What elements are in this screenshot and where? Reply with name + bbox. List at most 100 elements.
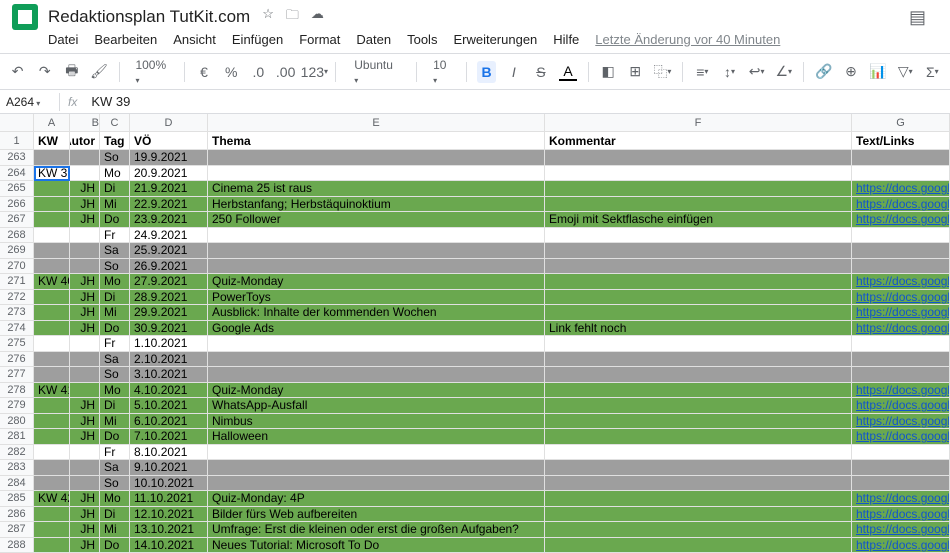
cell[interactable]: https://docs.google. <box>852 507 950 523</box>
cell[interactable]: Bilder fürs Web aufbereiten <box>208 507 545 523</box>
filter-button[interactable]: ▽ <box>896 61 915 83</box>
undo-button[interactable]: ↶ <box>8 61 27 83</box>
cell[interactable]: JH <box>70 414 100 430</box>
cell-link[interactable]: https://docs.google. <box>856 507 950 521</box>
col-header-A[interactable]: A <box>34 114 70 132</box>
cell[interactable] <box>208 259 545 275</box>
cell-link[interactable]: https://docs.google. <box>856 429 950 443</box>
cell[interactable]: Herbstanfang; Herbstäquinoktium <box>208 197 545 213</box>
cell[interactable] <box>34 150 70 166</box>
cell[interactable]: 23.9.2021 <box>130 212 208 228</box>
cell[interactable]: Mo <box>100 274 130 290</box>
menu-datei[interactable]: Datei <box>48 32 78 47</box>
rotate-button[interactable]: ∠ <box>774 61 793 83</box>
cell[interactable] <box>34 259 70 275</box>
cell[interactable] <box>208 476 545 492</box>
select-all-corner[interactable] <box>0 114 34 132</box>
cell[interactable] <box>208 460 545 476</box>
cell[interactable] <box>545 538 852 553</box>
cell[interactable]: So <box>100 150 130 166</box>
doc-title[interactable]: Redaktionsplan TutKit.com <box>48 7 250 27</box>
halign-button[interactable]: ≡ <box>693 61 712 83</box>
cell-link[interactable]: https://docs.google. <box>856 321 950 335</box>
cell[interactable] <box>852 243 950 259</box>
cell[interactable]: So <box>100 476 130 492</box>
row-header[interactable]: 285 <box>0 491 34 507</box>
cell[interactable] <box>34 398 70 414</box>
cell[interactable]: https://docs.google. <box>852 491 950 507</box>
cell[interactable]: 5.10.2021 <box>130 398 208 414</box>
cell[interactable] <box>70 476 100 492</box>
row-header[interactable]: 274 <box>0 321 34 337</box>
cell[interactable] <box>545 491 852 507</box>
dec-decrease-button[interactable]: .0 <box>249 61 268 83</box>
cell[interactable] <box>34 305 70 321</box>
cell[interactable] <box>34 352 70 368</box>
cell[interactable]: Sa <box>100 243 130 259</box>
cloud-icon[interactable]: ☁ <box>311 6 324 28</box>
row-header[interactable]: 263 <box>0 150 34 166</box>
row-header[interactable]: 271 <box>0 274 34 290</box>
cell[interactable] <box>34 243 70 259</box>
cell[interactable] <box>852 259 950 275</box>
strike-button[interactable]: S <box>531 61 550 83</box>
cell[interactable]: KW 42 <box>34 491 70 507</box>
cell[interactable]: 11.10.2021 <box>130 491 208 507</box>
cell[interactable] <box>70 259 100 275</box>
cell[interactable] <box>852 336 950 352</box>
cell[interactable]: Nimbus <box>208 414 545 430</box>
last-change-link[interactable]: Letzte Änderung vor 40 Minuten <box>595 32 780 47</box>
cell[interactable]: 28.9.2021 <box>130 290 208 306</box>
cell[interactable]: JH <box>70 212 100 228</box>
valign-button[interactable]: ↕ <box>720 61 739 83</box>
cell[interactable] <box>70 336 100 352</box>
cell[interactable] <box>34 197 70 213</box>
cell[interactable]: JH <box>70 398 100 414</box>
cell[interactable] <box>545 460 852 476</box>
cell[interactable]: https://docs.google. <box>852 305 950 321</box>
cell[interactable] <box>34 336 70 352</box>
cell-link[interactable]: https://docs.google. <box>856 290 950 304</box>
cell[interactable] <box>208 150 545 166</box>
row-header[interactable]: 275 <box>0 336 34 352</box>
cell[interactable]: JH <box>70 321 100 337</box>
cell[interactable]: Fr <box>100 336 130 352</box>
cell[interactable] <box>852 352 950 368</box>
cell[interactable]: KW 40 <box>34 274 70 290</box>
borders-button[interactable]: ⊞ <box>626 61 645 83</box>
cell[interactable] <box>545 150 852 166</box>
header-cell-B[interactable]: Autor <box>70 132 100 150</box>
row-header[interactable]: 265 <box>0 181 34 197</box>
row-header[interactable]: 284 <box>0 476 34 492</box>
cell[interactable] <box>34 460 70 476</box>
cell[interactable] <box>34 445 70 461</box>
cell[interactable] <box>34 367 70 383</box>
row-header[interactable]: 280 <box>0 414 34 430</box>
header-cell-A[interactable]: KW <box>34 132 70 150</box>
cell[interactable]: Mi <box>100 197 130 213</box>
cell[interactable]: 8.10.2021 <box>130 445 208 461</box>
cell[interactable]: 7.10.2021 <box>130 429 208 445</box>
cell[interactable]: JH <box>70 290 100 306</box>
cell[interactable]: JH <box>70 305 100 321</box>
cell[interactable] <box>34 290 70 306</box>
cell[interactable]: 1.10.2021 <box>130 336 208 352</box>
cell[interactable] <box>70 460 100 476</box>
cell[interactable]: Sa <box>100 460 130 476</box>
cell[interactable] <box>545 166 852 182</box>
cell[interactable] <box>545 367 852 383</box>
cell[interactable]: JH <box>70 538 100 553</box>
cell[interactable]: WhatsApp-Ausfall <box>208 398 545 414</box>
col-header-E[interactable]: E <box>208 114 545 132</box>
header-cell-C[interactable]: Tag <box>100 132 130 150</box>
cell-link[interactable]: https://docs.google. <box>856 538 950 552</box>
row-header[interactable]: 268 <box>0 228 34 244</box>
cell[interactable]: https://docs.google. <box>852 212 950 228</box>
cell[interactable]: JH <box>70 197 100 213</box>
header-cell-G[interactable]: Text/Links <box>852 132 950 150</box>
cell[interactable] <box>545 445 852 461</box>
header-cell-D[interactable]: VÖ <box>130 132 208 150</box>
row-header[interactable]: 266 <box>0 197 34 213</box>
cell[interactable] <box>70 352 100 368</box>
comments-button[interactable]: ▤ <box>909 7 926 28</box>
